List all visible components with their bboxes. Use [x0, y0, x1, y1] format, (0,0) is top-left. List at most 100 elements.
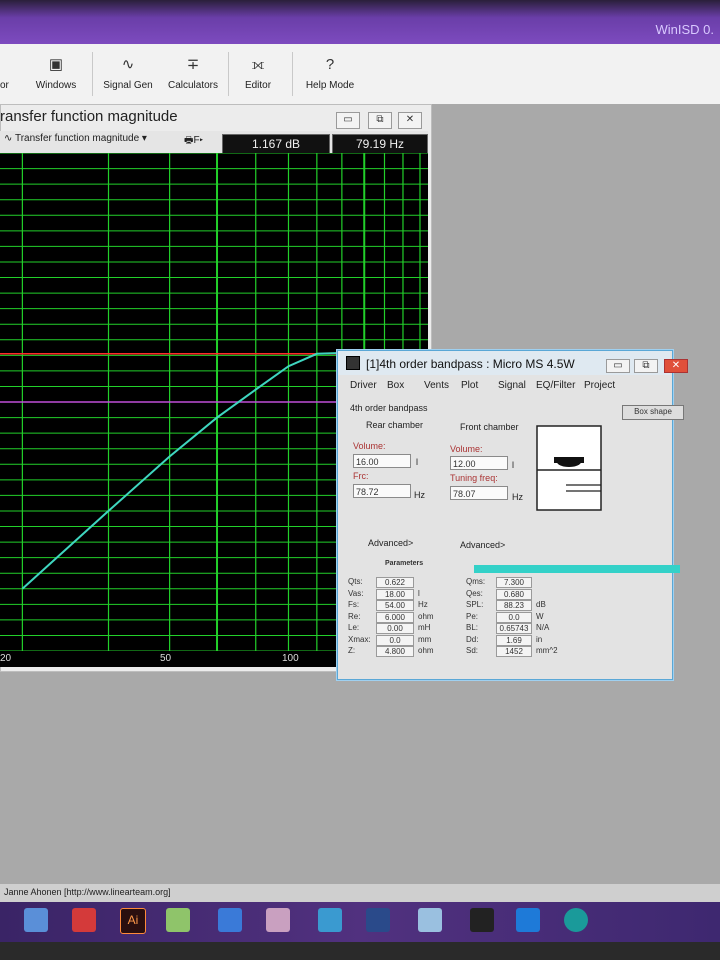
toolbar-label: Signal Gen	[103, 80, 153, 91]
tab-driver[interactable]: Driver	[350, 380, 377, 391]
rear-chamber-header: Rear chamber	[366, 420, 424, 430]
signal-gen-icon: ∿	[121, 56, 135, 73]
tab-plot[interactable]: Plot	[461, 380, 478, 391]
param-name: Qms:	[466, 577, 486, 586]
param-value[interactable]: 0.65743	[496, 623, 532, 634]
arduino-icon[interactable]	[564, 908, 588, 932]
param-unit: ohm	[418, 611, 434, 621]
bandpass-box-diagram	[536, 425, 602, 511]
tab-project[interactable]: Project	[584, 380, 615, 391]
toolbar-signal-gen-button[interactable]: ∿ Signal Gen	[100, 44, 156, 102]
param-value[interactable]: 4.800	[376, 646, 414, 657]
front-volume-label: Volume:	[450, 444, 483, 454]
help-icon: ?	[325, 56, 335, 73]
hz-readout: 79.19 Hz	[332, 134, 428, 154]
bandpass-window-title: [1]4th order bandpass : Micro MS 4.5W	[366, 357, 575, 371]
param-name: BL:	[466, 623, 479, 632]
param-value[interactable]: 0.0	[376, 634, 414, 646]
taskbar-media-icon[interactable]	[72, 908, 96, 932]
status-text: Janne Ahonen [http://www.linearteam.org]	[4, 887, 171, 897]
tab-eq-filter[interactable]: EQ/Filter	[536, 380, 575, 391]
plot-icon: ∿	[4, 133, 15, 144]
param-name: Z:	[348, 646, 356, 655]
rear-frc-input[interactable]: 78.72	[353, 484, 411, 498]
taskbar-app-icon[interactable]	[366, 908, 390, 932]
param-name: Dd:	[466, 634, 479, 644]
editor-icon: ⟗	[251, 56, 265, 73]
taskbar-app-icon[interactable]	[418, 908, 442, 932]
progress-bar	[474, 565, 680, 573]
taskbar-app-icon[interactable]	[24, 908, 48, 932]
param-value[interactable]: 6.000	[376, 611, 414, 623]
param-value[interactable]: 0.622	[376, 577, 414, 588]
param-value[interactable]: 88.23	[496, 600, 532, 611]
plot-options-label: F	[193, 135, 200, 146]
rear-volume-label: Volume:	[353, 441, 386, 451]
toolbar-label: Help Mode	[305, 80, 355, 91]
param-value[interactable]: 0.680	[496, 588, 532, 600]
x-tick-label: 100	[282, 653, 299, 664]
rear-volume-input[interactable]: 16.00	[353, 454, 411, 468]
maximize-button[interactable]: ⧉	[634, 359, 658, 373]
db-readout: 1.167 dB	[222, 134, 330, 154]
calculator-icon: ∓	[186, 56, 200, 73]
taskbar-app-icon[interactable]	[166, 908, 190, 932]
param-unit: Hz	[418, 600, 428, 609]
rear-volume-unit: l	[416, 457, 418, 467]
param-value[interactable]: 1452	[496, 646, 532, 657]
param-value[interactable]: 18.00	[376, 588, 414, 600]
taskbar-app-icon[interactable]	[266, 908, 290, 932]
plot-options-button[interactable]: 🖶F▸	[184, 133, 203, 150]
param-value[interactable]: 7.300	[496, 577, 532, 588]
plot-type-dropdown[interactable]: ∿ Transfer function magnitude ▾	[4, 133, 147, 144]
param-unit: mH	[418, 623, 431, 632]
box-shape-button[interactable]: Box shape	[622, 405, 684, 420]
chevron-down-icon: ▾	[139, 133, 147, 144]
param-name: Xmax:	[348, 634, 371, 644]
parameters-header: Parameters	[385, 560, 424, 567]
toolbar-calculators-button[interactable]: ∓ Calculators	[164, 44, 222, 102]
taskbar-app-icon[interactable]	[218, 908, 242, 932]
toolbar-editor-button[interactable]: ⟗ Editor	[238, 44, 278, 102]
taskbar	[0, 902, 720, 942]
front-volume-input[interactable]: 12.00	[450, 456, 508, 470]
toolbar-cut-label: or	[0, 80, 9, 91]
transfer-function-window-title: ransfer function magnitude	[0, 108, 178, 125]
close-button[interactable]: ✕	[664, 359, 688, 373]
tab-box[interactable]: Box	[387, 380, 404, 391]
param-unit: dB	[536, 600, 546, 609]
minimize-button[interactable]: ▭	[606, 359, 630, 373]
tuning-freq-label: Tuning freq:	[450, 473, 498, 483]
tab-vents[interactable]: Vents	[424, 380, 449, 391]
toolbar-separator	[228, 52, 229, 96]
rear-advanced-button[interactable]: Advanced>	[368, 538, 413, 548]
taskbar-app-icon[interactable]	[516, 908, 540, 932]
param-name: Fs:	[348, 600, 360, 609]
tuning-freq-input[interactable]: 78.07	[450, 486, 508, 500]
taskbar-app-icon[interactable]	[318, 908, 342, 932]
tab-signal[interactable]: Signal	[498, 380, 526, 391]
toolbar-windows-button[interactable]: ▣ Windows	[30, 44, 82, 102]
front-advanced-button[interactable]: Advanced>	[460, 540, 505, 550]
tuning-freq-unit: Hz	[512, 492, 523, 502]
app-title-bar	[0, 0, 720, 44]
illustrator-icon[interactable]: Ai	[120, 908, 146, 934]
main-toolbar: or ▣ Windows ∿ Signal Gen ∓ Calculators …	[0, 44, 720, 105]
param-value[interactable]: 54.00	[376, 600, 414, 611]
front-chamber-header: Front chamber	[460, 422, 519, 432]
toolbar-separator	[92, 52, 93, 96]
toolbar-label: Windows	[35, 80, 77, 91]
box-type-label: 4th order bandpass	[350, 403, 428, 413]
maximize-button[interactable]: ⧉	[368, 112, 392, 129]
taskbar-app-icon[interactable]	[470, 908, 494, 932]
param-unit: mm^2	[536, 646, 558, 655]
toolbar-help-mode-button[interactable]: ? Help Mode	[302, 44, 358, 102]
param-value[interactable]: 0.0	[496, 611, 532, 623]
minimize-button[interactable]: ▭	[336, 112, 360, 129]
param-name: Pe:	[466, 611, 479, 621]
param-unit: in	[536, 634, 543, 644]
close-button[interactable]: ✕	[398, 112, 422, 129]
param-value[interactable]: 1.69	[496, 634, 532, 646]
rear-frc-label: Frc:	[353, 471, 369, 481]
param-value[interactable]: 0.00	[376, 623, 414, 634]
